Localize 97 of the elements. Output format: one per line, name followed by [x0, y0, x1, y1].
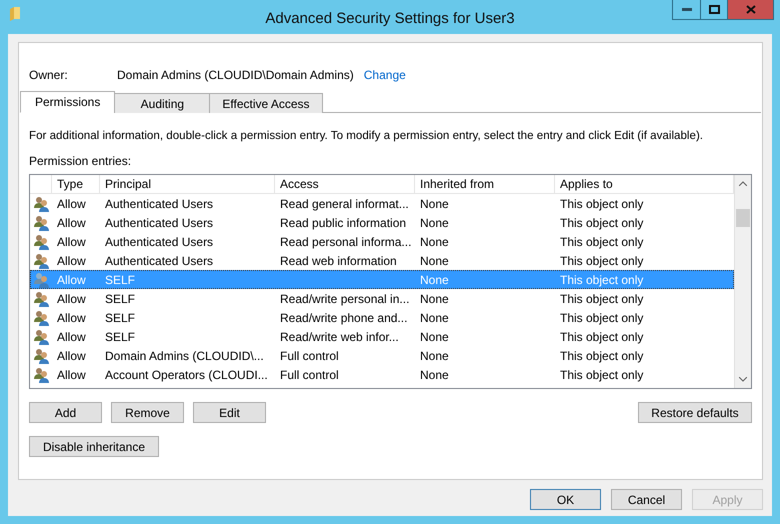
users-icon [32, 234, 50, 250]
owner-label: Owner: [29, 68, 69, 82]
users-icon [32, 196, 50, 212]
table-cell-text: Allow [56, 216, 87, 230]
table-cell-text: Read personal informa... [279, 234, 412, 248]
table-cell-text: None [419, 196, 450, 210]
table-cell-text: Allow [56, 348, 87, 362]
table-cell-text: None [419, 368, 450, 382]
table-cell-text: Authenticated Users [104, 234, 214, 248]
scrollbar[interactable] [734, 175, 751, 388]
users-icon [32, 348, 50, 364]
table-cell-text: None [419, 216, 450, 230]
tab[interactable]: Permissions [20, 91, 116, 113]
permission-row[interactable]: Allow Authenticated Users Read general informat... None This object only [30, 194, 734, 213]
table-cell-text: None [419, 292, 450, 306]
users-icon [32, 366, 50, 382]
table-cell-text: Full control [279, 348, 340, 362]
table-cell-text: SELF [104, 272, 136, 286]
table-cell-text: None [419, 234, 450, 248]
close-button[interactable] [727, 0, 774, 20]
table-cell-text: Allow [56, 310, 87, 324]
table-cell-text: This object only [559, 196, 644, 210]
table-cell-text: Full control [279, 368, 340, 382]
window-title: Advanced Security Settings for User3 [265, 8, 515, 26]
permission-row[interactable]: Allow SELF Read/write phone and... None This object only [30, 308, 734, 327]
table-cell-text: Authenticated Users [104, 216, 214, 230]
table-cell-text: Allow [56, 234, 87, 248]
permission-row[interactable]: Allow SELF Read/write web infor... None This object only [30, 327, 734, 346]
table-cell-text: This object only [559, 368, 644, 382]
users-icon [32, 214, 50, 230]
permission-row[interactable]: Allow Account Operators (CLOUDI... Full control None This object only [30, 365, 734, 384]
entries-label: Permission entries: [29, 154, 132, 168]
table-cell-text: Read general informat... [279, 196, 410, 210]
users-icon [32, 272, 50, 288]
entry-button[interactable]: Add [29, 402, 102, 423]
disable-inheritance-button[interactable]: Disable inheritance [29, 436, 159, 457]
table-cell-text: Allow [56, 292, 87, 306]
table-cell-text: Allow [56, 196, 87, 210]
instructions-text: For additional information, double-click a permission entry. To modify a permission entry, select the entry and click Edit (if available). [29, 129, 704, 142]
table-cell-text: Read/write web infor... [279, 330, 400, 344]
table-cell-text: This object only [559, 216, 644, 230]
table-cell-text: None [419, 254, 450, 268]
owner-value: Domain Admins (CLOUDID\Domain Admins) [117, 68, 354, 82]
dialog-button[interactable]: OK [530, 489, 601, 510]
permission-row[interactable]: Allow SELF Read/write personal in... None This object only [30, 289, 734, 308]
table-cell-text: This object only [559, 272, 644, 286]
table-cell-text: None [419, 272, 450, 286]
tab[interactable]: Auditing [114, 93, 210, 113]
table-cell-text: SELF [104, 310, 136, 324]
tab[interactable]: Effective Access [209, 93, 323, 113]
column-header[interactable]: Applies to [555, 175, 734, 194]
table-cell-text: This object only [559, 330, 644, 344]
table-cell-text: This object only [559, 348, 644, 362]
table-cell-text: Read/write personal in... [279, 292, 410, 306]
table-cell-text: This object only [559, 310, 644, 324]
dialog-button[interactable]: Cancel [611, 489, 682, 510]
restore-defaults-button[interactable]: Restore defaults [638, 402, 752, 423]
table-cell-text: This object only [559, 254, 644, 268]
change-link[interactable]: Change [364, 68, 406, 82]
minimize-icon [682, 8, 692, 11]
close-icon [746, 5, 756, 14]
table-cell-text: This object only [559, 292, 644, 306]
table-cell-text: Allow [56, 254, 87, 268]
table-cell-text: None [419, 310, 450, 324]
minimize-button[interactable] [672, 0, 701, 20]
table-cell-text: Allow [56, 368, 87, 382]
table-cell-text: SELF [104, 292, 136, 306]
table-cell-text: Read public information [279, 216, 408, 230]
folder-icon [10, 7, 20, 21]
table-cell-text: None [419, 348, 450, 362]
table-cell-text: Allow [56, 330, 87, 344]
entry-button[interactable]: Edit [193, 402, 266, 423]
table-cell-text: Account Operators (CLOUDI... [104, 368, 269, 382]
entry-button[interactable]: Remove [111, 402, 184, 423]
users-icon [32, 310, 50, 326]
table-cell-text: Read web information [279, 254, 398, 268]
table-cell-text: Allow [56, 272, 87, 286]
table-cell-text: Read/write phone and... [279, 310, 408, 324]
permission-row[interactable]: Allow Authenticated Users Read public information None This object only [30, 213, 734, 232]
users-icon [32, 252, 50, 268]
permission-row[interactable]: Allow Authenticated Users Read web information None This object only [30, 251, 734, 270]
table-cell-text: None [419, 330, 450, 344]
column-header[interactable]: Principal [100, 175, 275, 194]
table-cell-text: Authenticated Users [104, 196, 214, 210]
table-cell-text: SELF [104, 330, 136, 344]
maximize-icon [708, 5, 720, 14]
table-cell-text: Domain Admins (CLOUDID\... [104, 348, 265, 362]
table-cell-text: This object only [559, 234, 644, 248]
permission-row[interactable]: Allow Authenticated Users Read personal informa... None This object only [30, 232, 734, 251]
users-icon [32, 290, 50, 306]
permission-row[interactable]: Allow Domain Admins (CLOUDID\... Full control None This object only [30, 346, 734, 365]
users-icon [32, 328, 50, 344]
column-header[interactable]: Type [52, 175, 100, 194]
column-header[interactable]: Access [275, 175, 415, 194]
scroll-thumb[interactable] [736, 209, 750, 227]
table-cell-text: Authenticated Users [104, 254, 214, 268]
column-header[interactable]: Inherited from [415, 175, 555, 194]
